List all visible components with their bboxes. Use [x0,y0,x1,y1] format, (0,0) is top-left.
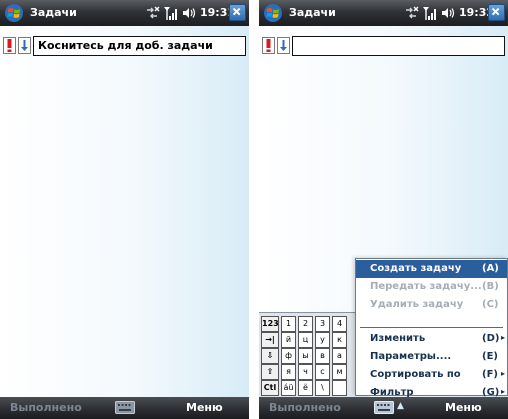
keyboard-key[interactable]: ч [298,364,313,380]
menu-item-label: Изменить [370,333,426,344]
close-button[interactable] [229,4,246,21]
keyboard-key[interactable]: ы [298,348,313,364]
title-bar: Задачи 19:32 [259,0,508,26]
submenu-arrow-icon: ▸ [501,333,506,342]
keyboard-key[interactable]: й [281,332,296,348]
keyboard-key[interactable]: у [315,332,330,348]
new-task-input[interactable] [292,36,505,56]
title-bar: Задачи 19:31 [0,0,249,26]
keyboard-key[interactable]: áü [281,380,296,396]
exclamation-icon [7,39,12,52]
close-icon [491,7,500,16]
priority-button[interactable] [262,37,275,54]
keyboard-icon[interactable] [374,401,394,414]
keyboard-key[interactable]: 123 [261,316,279,332]
windows-flag-icon[interactable] [4,3,24,23]
menu-item-label: Параметры.... [370,351,452,362]
menu-item[interactable]: Создать задачу (A) [356,260,507,278]
submenu-arrow-icon: ▸ [501,387,506,396]
keyboard-key[interactable]: 3 [315,316,330,332]
menu-item-shortcut: (F) [482,369,498,380]
keyboard-key[interactable]: к [332,332,347,348]
task-entry-bar: Коснитесь для доб. задачи [0,34,249,58]
menu-item: Удалить задачу (C) [356,296,507,314]
menu-item-shortcut: (C) [482,299,499,310]
sort-button[interactable] [18,37,31,54]
app-title: Задачи [30,6,77,19]
softkey-bar: Выполнено ▲ Меню [259,397,508,419]
new-task-input[interactable]: Коснитесь для доб. задачи [33,36,246,56]
sort-arrow-icon [21,40,28,51]
input-selector-arrow-icon[interactable]: ▲ [397,401,404,411]
menu-separator [360,327,503,328]
keyboard-key[interactable]: я [281,364,296,380]
submenu-arrow-icon: ▸ [501,369,506,378]
connectivity-icon[interactable] [403,5,419,21]
speaker-icon[interactable] [182,6,196,20]
keyboard-key[interactable]: ф [281,348,296,364]
menu-item-label: Передать задачу... [370,281,482,292]
sort-button[interactable] [277,37,290,54]
keyboard-key[interactable]: Ctl [261,380,279,396]
speaker-icon[interactable] [441,6,455,20]
keyboard-key[interactable]: 2 [298,316,313,332]
menu-item-label: Создать задачу [370,263,462,274]
menu-item[interactable]: Сортировать по (F) ▸ [356,366,507,384]
keyboard-icon[interactable] [115,401,135,414]
keyboard-key[interactable] [332,380,347,396]
soft-keyboard: 123 1 2 3 4 →| й ц у к ⇩ ф ы в а ⇧ я ч с м Ctl áü ё \ [259,312,369,397]
keyboard-key[interactable]: ⇩ [261,348,279,364]
menu-item-shortcut: (D) [482,333,500,344]
menu-item: Передать задачу... (B) [356,278,507,296]
keyboard-key[interactable]: ⇧ [261,364,279,380]
menu-item-shortcut: (B) [482,281,499,292]
keyboard-key[interactable]: ц [298,332,313,348]
menu-item-label: Удалить задачу [370,299,464,310]
done-softkey[interactable]: Выполнено [10,401,82,414]
task-entry-bar [259,34,508,58]
menu-item-shortcut: (A) [482,263,499,274]
keyboard-key[interactable]: ё [298,380,313,396]
menu-softkey[interactable]: Меню [445,401,482,414]
close-button[interactable] [488,4,505,21]
keyboard-key[interactable]: \ [315,380,330,396]
softkey-bar: Выполнено Меню [0,397,249,419]
menu-item-label: Сортировать по [370,369,461,380]
done-softkey[interactable]: Выполнено [269,401,341,414]
phone-screen-tasks-menu: Задачи 19:32 123 1 2 3 4 →| й ц у к ⇩ ф … [259,0,508,419]
menu-item[interactable]: Параметры.... (E) [356,348,507,366]
keyboard-key[interactable]: 4 [332,316,347,332]
menu-popup: Создать задачу (A) Передать задачу... (B) Уд… [355,258,508,398]
keyboard-key[interactable]: →| [261,332,279,348]
sort-arrow-icon [280,40,287,51]
close-icon [232,7,241,16]
priority-button[interactable] [3,37,16,54]
signal-strength-icon[interactable] [163,5,177,21]
signal-strength-icon[interactable] [422,5,436,21]
keyboard-key[interactable]: в [315,348,330,364]
menu-item-shortcut: (E) [482,351,498,362]
keyboard-key[interactable]: а [332,348,347,364]
menu-softkey[interactable]: Меню [186,401,223,414]
keyboard-key[interactable]: 1 [281,316,296,332]
keyboard-key[interactable]: м [332,364,347,380]
menu-item[interactable]: Изменить (D) ▸ [356,330,507,348]
phone-screen-tasks: Задачи 19:31 Коснитесь для доб. задачи В… [0,0,249,419]
connectivity-icon[interactable] [144,5,160,21]
app-title: Задачи [289,6,336,19]
keyboard-key[interactable]: с [315,364,330,380]
exclamation-icon [266,39,271,52]
windows-flag-icon[interactable] [263,3,283,23]
